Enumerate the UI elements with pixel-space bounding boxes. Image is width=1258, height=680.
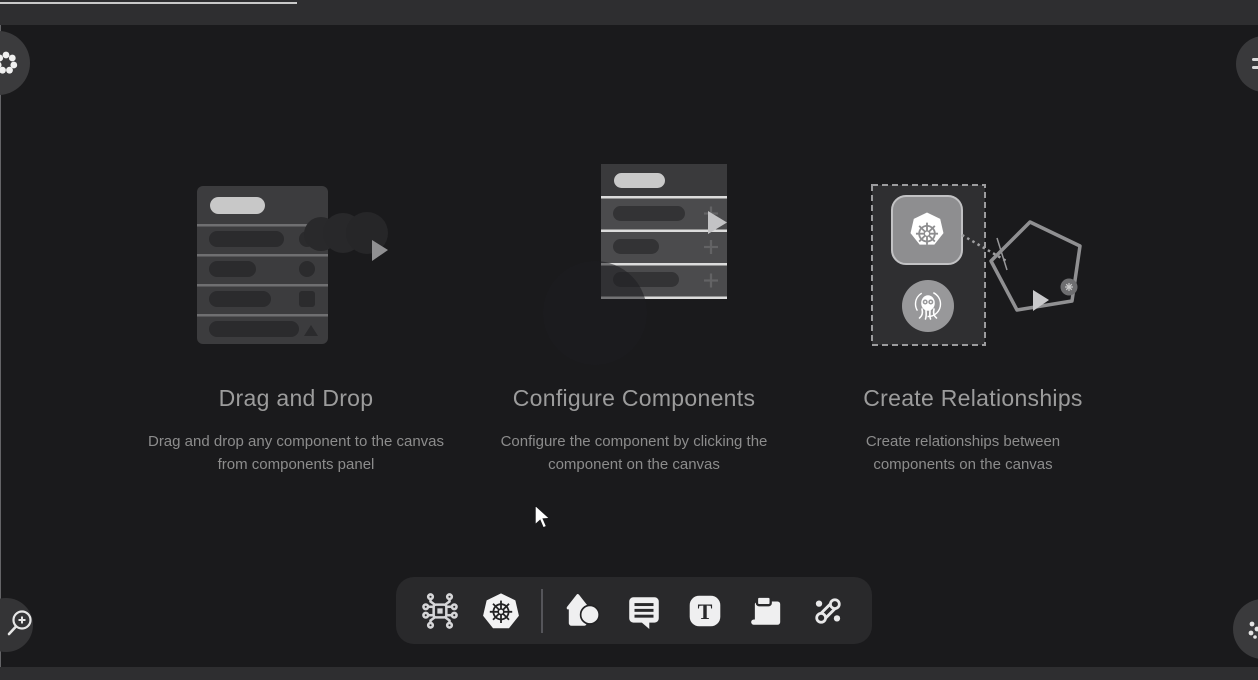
feature-desc-configure-components: Configure the component by clicking the … [474, 431, 794, 476]
text-tool-button[interactable]: T [683, 589, 727, 633]
dock-divider [541, 589, 543, 633]
dots-icon [1250, 54, 1258, 76]
cluster-icon [1245, 619, 1258, 641]
feature-title-configure-components: Configure Components [454, 385, 814, 412]
feature-title-create-relationships: Create Relationships [793, 385, 1153, 412]
shapes-icon [563, 592, 601, 630]
component-tool-button[interactable] [418, 589, 462, 633]
note-icon [748, 592, 786, 630]
cluster-menu-button[interactable] [1233, 599, 1258, 659]
drag-and-drop-illustration [197, 186, 429, 362]
kubernetes-icon [481, 591, 521, 631]
tool-dock: T [396, 577, 872, 644]
text-icon: T [686, 592, 724, 630]
feature-desc-create-relationships: Create relationships between components … [843, 431, 1083, 476]
mouse-cursor-icon [531, 503, 553, 531]
note-tool-button[interactable] [745, 589, 789, 633]
feature-title-drag-and-drop: Drag and Drop [116, 385, 476, 412]
progress-indicator [0, 2, 297, 4]
bottom-bar [0, 667, 1258, 680]
shapes-tool-button[interactable] [560, 589, 604, 633]
flower-menu-button[interactable] [0, 31, 30, 95]
canvas-screen: Drag and Drop Drag and drop any componen… [0, 0, 1258, 680]
ghost-cursor-icon [1033, 290, 1049, 311]
comment-icon [625, 592, 663, 630]
configure-components-illustration [538, 160, 738, 375]
create-relationships-illustration [862, 180, 1097, 356]
comment-tool-button[interactable] [622, 589, 666, 633]
zoom-in-icon [5, 607, 41, 643]
feature-desc-drag-and-drop: Drag and drop any component to the canva… [136, 431, 456, 476]
flower-icon [0, 48, 21, 78]
window-edge [0, 25, 1, 667]
kubernetes-tool-button[interactable] [479, 589, 523, 633]
dots-menu-button[interactable] [1236, 36, 1258, 92]
component-icon [421, 592, 459, 630]
svg-text:T: T [698, 598, 713, 623]
relationship-tool-button[interactable] [806, 589, 850, 633]
relationship-icon [809, 592, 847, 630]
zoom-in-button[interactable] [0, 598, 33, 652]
